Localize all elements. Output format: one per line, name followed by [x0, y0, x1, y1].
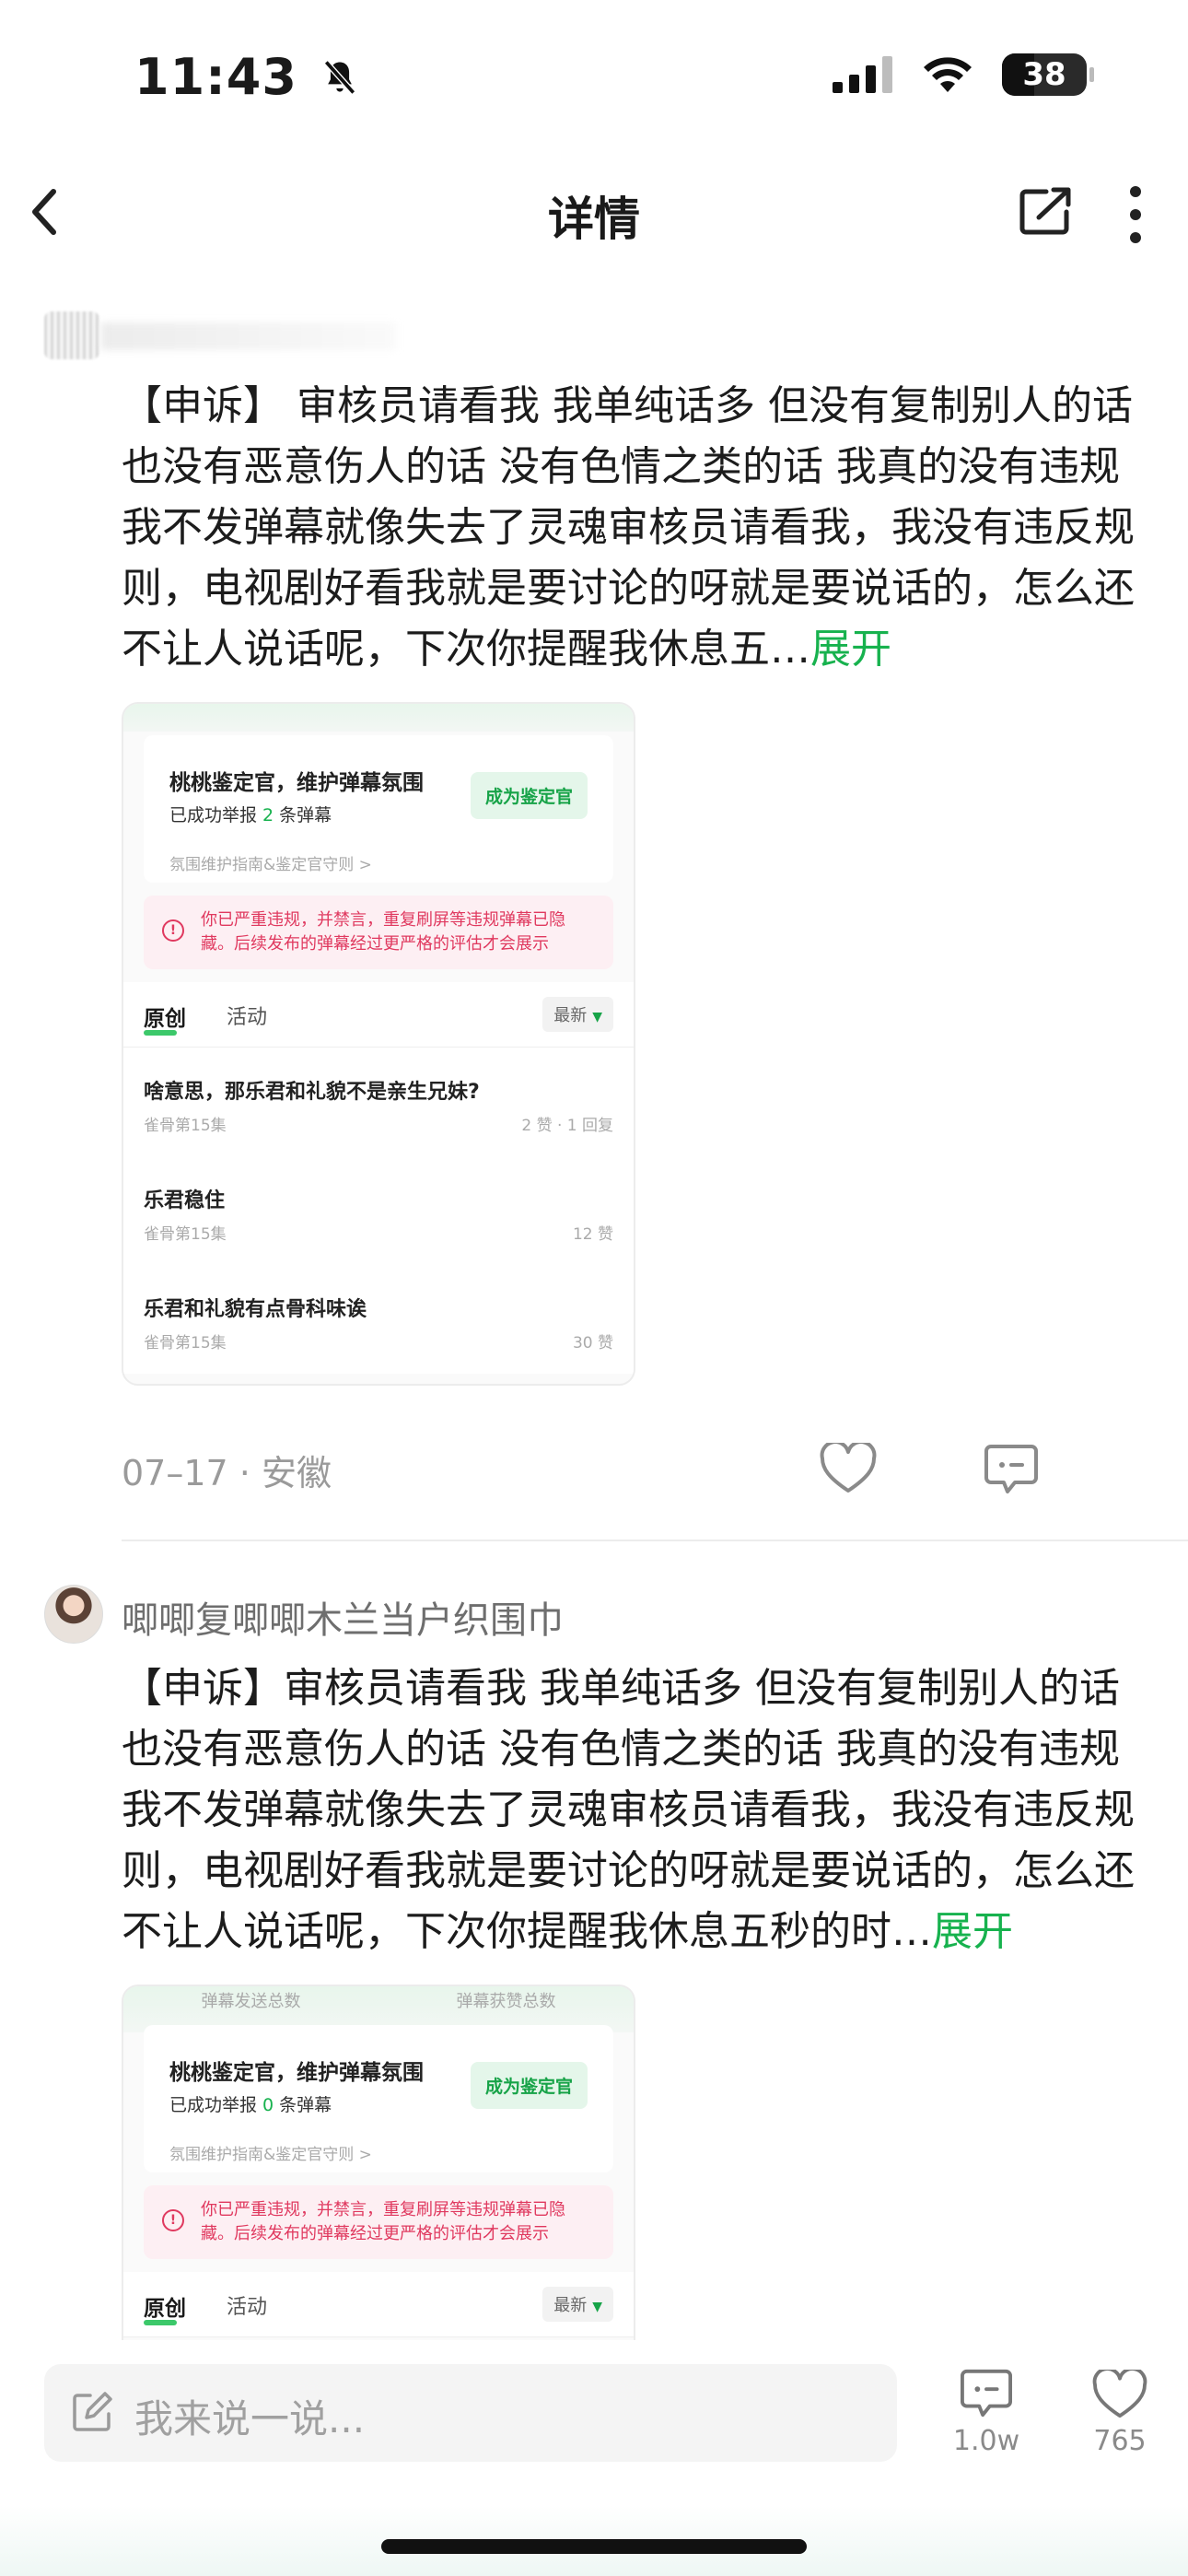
- tab-original: 原创: [144, 2290, 186, 2325]
- row-stats: 30 赞: [572, 1334, 613, 1352]
- appraiser-card: 桃桃鉴定官，维护弹幕氛围 已成功举报 2 条弹幕 成为鉴定官 氛围维护指南&鉴定…: [144, 735, 613, 883]
- row-stats: 12 赞: [572, 1225, 613, 1244]
- violation-warning: ! 你已严重违规，并禁言，重复刷屏等违规弹幕已隐藏。后续发布的弹幕经过更严格的评…: [144, 896, 613, 969]
- danmaku-tabs: 原创 活动 最新 ▼: [123, 982, 634, 1048]
- image-header: [123, 704, 634, 732]
- post-image[interactable]: 弹幕发送总数 弹幕获赞总数 桃桃鉴定官，维护弹幕氛围 已成功举报 0 条弹幕 成…: [122, 1985, 635, 2346]
- expand-link[interactable]: 展开: [932, 1908, 1013, 1955]
- become-appraiser-button: 成为鉴定官: [470, 772, 588, 819]
- comment-icon[interactable]: [984, 1443, 1039, 1496]
- share-icon[interactable]: [1019, 184, 1074, 236]
- like-icon[interactable]: [1092, 2370, 1147, 2419]
- appraiser-card: 桃桃鉴定官，维护弹幕氛围 已成功举报 0 条弹幕 成为鉴定官 氛围维护指南&鉴定…: [144, 2025, 613, 2172]
- sort-dropdown: 最新 ▼: [542, 997, 613, 1032]
- become-appraiser-button: 成为鉴定官: [470, 2062, 588, 2109]
- danmaku-tabs: 原创 活动 最新 ▼: [123, 2272, 634, 2337]
- status-icons: 38: [833, 53, 1094, 96]
- avatar-blurred[interactable]: [44, 311, 99, 359]
- row-episode: 雀骨第15集: [144, 1225, 227, 1244]
- card-title: 桃桃鉴定官，维护弹幕氛围: [169, 771, 424, 795]
- comment-count: 1.0w: [952, 2425, 1020, 2457]
- comment-input-placeholder: 我来说一说...: [134, 2396, 366, 2441]
- card-subtitle: 已成功举报 2 条弹幕: [169, 805, 332, 825]
- expand-link[interactable]: 展开: [810, 626, 891, 673]
- edit-icon: [73, 2392, 112, 2431]
- card-guide: 氛围维护指南&鉴定官守则 >: [169, 2146, 372, 2164]
- post-date-location: 07–17 · 安徽: [122, 1453, 332, 1493]
- card-guide: 氛围维护指南&鉴定官守则 >: [169, 856, 372, 874]
- list-item: 啥意思，那乐君和礼貌不是亲生兄妹? 雀骨第15集 2 赞 · 1 回复: [123, 1048, 634, 1156]
- post-image[interactable]: 桃桃鉴定官，维护弹幕氛围 已成功举报 2 条弹幕 成为鉴定官 氛围维护指南&鉴定…: [122, 702, 635, 1386]
- like-count: 765: [1093, 2425, 1147, 2457]
- more-vertical-icon[interactable]: [1125, 184, 1146, 245]
- post-text: 【申诉】 审核员请看我 我单纯话多 但没有复制别人的话 也没有恶意伤人的话 没有…: [122, 382, 1135, 673]
- card-title: 桃桃鉴定官，维护弹幕氛围: [169, 2061, 424, 2085]
- list-item: 乐君和礼貌有点骨科味诶 雀骨第15集 30 赞: [123, 1265, 634, 1374]
- battery-indicator: 38: [1002, 53, 1094, 96]
- sort-dropdown: 最新 ▼: [542, 2287, 613, 2322]
- heart-icon[interactable]: [820, 1443, 877, 1494]
- tab-activity: 活动: [227, 2296, 268, 2319]
- row-title: 啥意思，那乐君和礼貌不是亲生兄妹?: [144, 1081, 480, 1104]
- warning-icon: !: [162, 919, 184, 942]
- status-time: 11:43: [134, 48, 360, 106]
- username[interactable]: 唧唧复唧唧木兰当户织围巾: [122, 1590, 564, 1644]
- card-subtitle: 已成功举报 0 条弹幕: [169, 2095, 332, 2115]
- comment-count-icon[interactable]: [960, 2368, 1013, 2419]
- username-blurred: [101, 322, 396, 350]
- row-title: 乐君和礼貌有点骨科味诶: [144, 1298, 367, 1321]
- row-episode: 雀骨第15集: [144, 1334, 227, 1352]
- silent-bell-icon: [323, 60, 355, 95]
- warning-icon: !: [162, 2209, 184, 2231]
- avatar[interactable]: [44, 1585, 103, 1644]
- page-title: 详情: [548, 193, 640, 246]
- home-indicator[interactable]: [381, 2539, 807, 2554]
- tab-original: 原创: [144, 1001, 186, 1036]
- divider: [122, 1540, 1188, 1541]
- wifi-icon: [924, 57, 972, 92]
- tab-activity: 活动: [227, 1006, 268, 1029]
- post-text: 【申诉】审核员请看我 我单纯话多 但没有复制别人的话 也没有恶意伤人的话 没有色…: [122, 1665, 1135, 1955]
- list-item: 乐君稳住 雀骨第15集 12 赞: [123, 1156, 634, 1265]
- row-stats: 2 赞 · 1 回复: [521, 1117, 613, 1135]
- row-title: 乐君稳住: [144, 1189, 226, 1212]
- row-episode: 雀骨第15集: [144, 1117, 227, 1135]
- cellular-signal-icon: [833, 56, 892, 93]
- violation-warning: ! 你已严重违规，并禁言，重复刷屏等违规弹幕已隐藏。后续发布的弹幕经过更严格的评…: [144, 2185, 613, 2259]
